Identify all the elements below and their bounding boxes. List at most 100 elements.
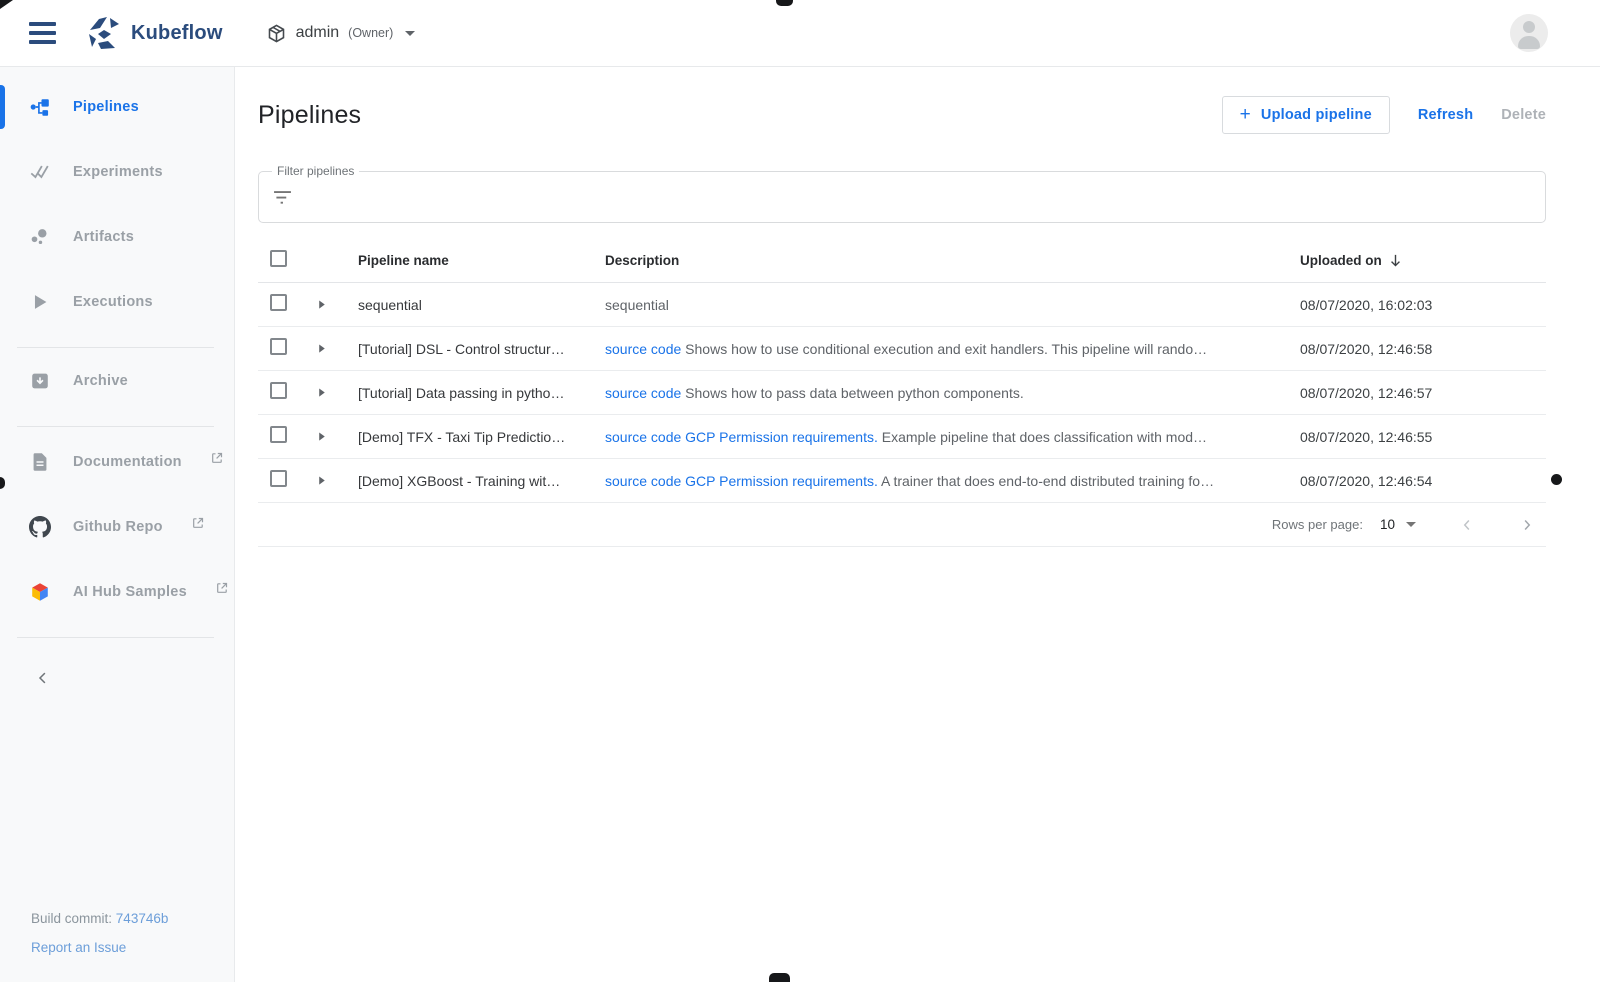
namespace-selector[interactable]: admin (Owner) [266,23,416,44]
table-row[interactable]: [Tutorial] Data passing in pytho… source… [258,371,1546,415]
pipeline-name: [Demo] XGBoost - Training wit… [358,473,605,489]
description-link[interactable]: source code [605,341,681,357]
refresh-button[interactable]: Refresh [1418,107,1473,123]
row-checkbox-cell [270,426,315,448]
row-checkbox[interactable] [270,426,287,443]
sidebar-item-ai-hub-samples[interactable]: AI Hub Samples [0,572,234,612]
delete-button[interactable]: Delete [1501,107,1546,123]
rows-per-page-select[interactable]: 10 [1380,517,1416,532]
row-checkbox[interactable] [270,338,287,355]
rows-per-page-value: 10 [1380,517,1395,532]
description-text: sequential [605,297,669,313]
chevron-down-icon [405,31,415,36]
description-text: Example pipeline that does classificatio… [882,429,1207,445]
executions-icon [29,291,51,313]
table-row[interactable]: [Demo] XGBoost - Training wit… source co… [258,459,1546,503]
kubeflow-app: Kubeflow admin (Owner) [0,0,1600,982]
expand-row-button[interactable] [315,342,358,355]
capture-artifact [1551,474,1562,485]
description-link[interactable]: source code [605,385,681,401]
description-text: Shows how to pass data between python co… [685,385,1024,401]
row-checkbox[interactable] [270,470,287,487]
filter-pipelines-field[interactable]: Filter pipelines [258,171,1546,223]
app-shell: Pipelines Experiments [0,67,1600,982]
chevron-down-icon [1406,522,1416,527]
column-pipeline-name[interactable]: Pipeline name [358,253,605,268]
row-checkbox[interactable] [270,382,287,399]
report-issue-link[interactable]: Report an Issue [31,941,126,955]
table-header-row: Pipeline name Description Uploaded on [258,239,1546,283]
sidebar-item-label: Documentation [73,454,182,470]
top-bar: Kubeflow admin (Owner) [0,0,1600,67]
chevron-left-icon [1458,516,1476,534]
pipeline-description: source code Shows how to pass data betwe… [605,385,1300,401]
pipelines-table: Pipeline name Description Uploaded on se… [258,239,1546,547]
pipeline-name: [Demo] TFX - Taxi Tip Predictio… [358,429,605,445]
external-link-icon [211,452,223,464]
build-commit-link[interactable]: 743746b [116,911,169,926]
sidebar-item-label: Github Repo [73,519,163,535]
column-uploaded-on[interactable]: Uploaded on [1300,253,1546,268]
description-link[interactable]: source code [605,429,681,445]
row-checkbox[interactable] [270,294,287,311]
sidebar-divider [17,347,214,348]
previous-page-button[interactable] [1458,516,1476,534]
caret-right-icon [315,386,328,399]
uploaded-on: 08/07/2020, 16:02:03 [1300,297,1546,313]
sidebar-item-github-repo[interactable]: Github Repo [0,507,234,547]
sidebar-item-experiments[interactable]: Experiments [0,152,234,192]
caret-right-icon [315,298,328,311]
expand-row-button[interactable] [315,386,358,399]
main-content: Pipelines + Upload pipeline Refresh Dele… [235,67,1600,982]
collapse-sidebar-button[interactable] [27,662,59,694]
filter-icon [273,190,292,205]
sidebar-item-documentation[interactable]: Documentation [0,442,234,482]
description-text: Shows how to use conditional execution a… [685,341,1207,357]
artifacts-icon [29,226,51,248]
expand-row-button[interactable] [315,298,358,311]
column-uploaded-on-label: Uploaded on [1300,253,1382,268]
filter-field-label: Filter pipelines [272,164,359,178]
github-icon [29,516,51,538]
build-commit: Build commit: 743746b [31,912,168,926]
page-title: Pipelines [258,101,361,130]
avatar[interactable] [1510,14,1548,52]
expand-row-button[interactable] [315,430,358,443]
menu-bar [29,22,56,26]
select-all-cell [270,250,315,272]
menu-bar [29,31,56,35]
select-all-checkbox[interactable] [270,250,287,267]
row-checkbox-cell [270,470,315,492]
sidebar-item-archive[interactable]: Archive [0,361,234,401]
description-link[interactable]: GCP Permission requirements. [685,429,878,445]
table-body: sequential sequential 08/07/2020, 16:02:… [258,283,1546,503]
description-link[interactable]: source code [605,473,681,489]
namespace-name: admin [296,24,340,42]
table-row[interactable]: [Demo] TFX - Taxi Tip Predictio… source … [258,415,1546,459]
row-checkbox-cell [270,294,315,316]
caret-right-icon [315,342,328,355]
kubeflow-brand: Kubeflow [86,15,223,51]
description-link[interactable]: GCP Permission requirements. [685,473,878,489]
app-name: Kubeflow [131,22,223,45]
expand-row-button[interactable] [315,474,358,487]
capture-artifact [769,973,790,982]
next-page-button[interactable] [1518,516,1536,534]
menu-icon[interactable] [25,18,60,48]
sidebar-item-label: Pipelines [73,99,139,115]
active-indicator [0,85,5,129]
sidebar-item-executions[interactable]: Executions [0,282,234,322]
sidebar-divider [17,637,214,638]
sidebar-item-label: Archive [73,373,128,389]
sidebar-item-pipelines[interactable]: Pipelines [0,87,234,127]
sidebar-item-artifacts[interactable]: Artifacts [0,217,234,257]
menu-bar [29,40,56,44]
sidebar-item-label: Executions [73,294,153,310]
table-row[interactable]: [Tutorial] DSL - Control structur… sourc… [258,327,1546,371]
column-description[interactable]: Description [605,253,1300,268]
uploaded-on: 08/07/2020, 12:46:57 [1300,385,1546,401]
experiments-icon [29,161,51,183]
upload-pipeline-button[interactable]: + Upload pipeline [1222,96,1390,134]
filter-input[interactable] [304,189,1531,205]
table-row[interactable]: sequential sequential 08/07/2020, 16:02:… [258,283,1546,327]
